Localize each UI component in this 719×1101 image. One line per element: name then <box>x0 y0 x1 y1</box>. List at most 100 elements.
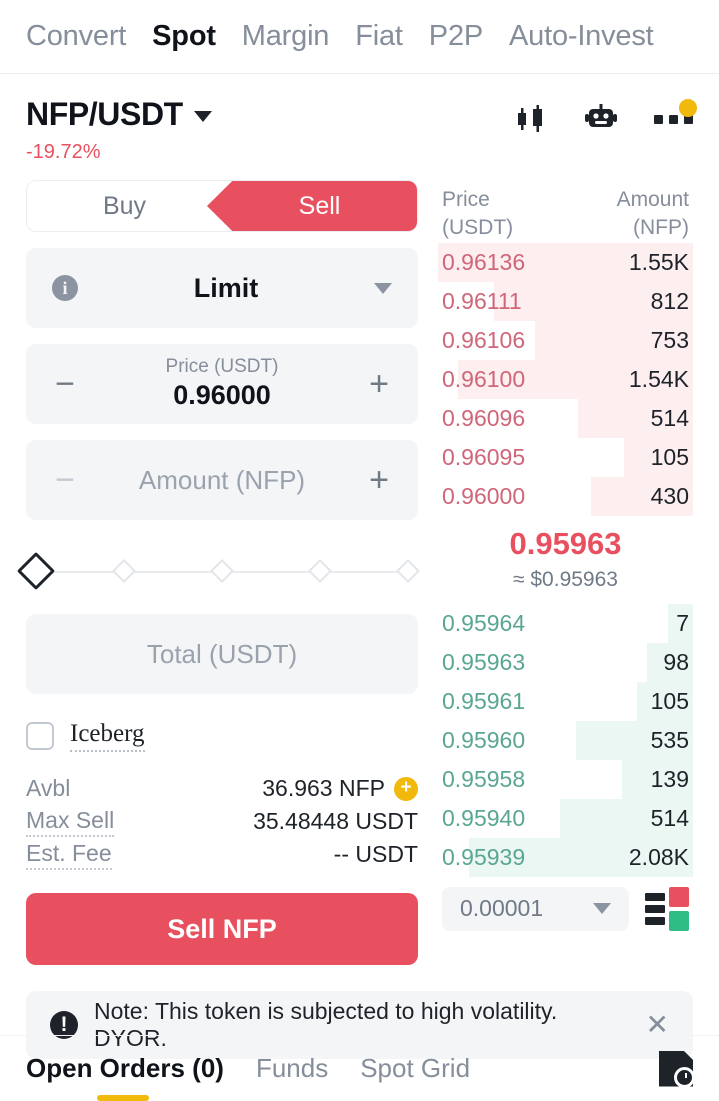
more-menu-icon[interactable] <box>654 98 697 124</box>
price-field[interactable]: − Price (USDT) 0.96000 + <box>26 344 418 424</box>
info-icon[interactable]: i <box>52 275 78 301</box>
notification-badge <box>679 98 697 117</box>
ask-row[interactable]: 0.96095 105 <box>438 437 693 477</box>
order-type-value: Limit <box>193 272 259 303</box>
pair-name: NFP/USDT <box>26 96 183 132</box>
order-amount: 535 <box>650 726 689 753</box>
chevron-down-icon <box>593 903 611 915</box>
order-type-selector[interactable]: i Limit <box>26 248 418 328</box>
order-book-price-header: Price (USDT) <box>442 186 513 243</box>
ask-row[interactable]: 0.96111 812 <box>438 281 693 321</box>
buy-sell-toggle[interactable]: Buy Sell <box>26 180 418 232</box>
order-book: Price (USDT) Amount (NFP) 0.96136 1.55K 0.… <box>438 180 693 965</box>
order-amount: 2.08K <box>628 843 689 870</box>
amount-input[interactable]: Amount (NFP) <box>78 465 366 496</box>
nav-item-fiat[interactable]: Fiat <box>355 20 403 53</box>
tick-size-value: 0.00001 <box>460 895 544 922</box>
depth-view-toggle-icon[interactable] <box>645 886 689 931</box>
iceberg-checkbox[interactable] <box>26 722 54 750</box>
nav-item-spot[interactable]: Spot <box>152 20 216 53</box>
amount-field[interactable]: − Amount (NFP) + <box>26 440 418 520</box>
last-price-usd: ≈ $0.95963 <box>513 567 618 591</box>
price-label: Price (USDT) <box>165 356 279 378</box>
avbl-value: 36.963 NFP <box>262 775 385 801</box>
tab-open-orders[interactable]: Open Orders (0) <box>26 1036 224 1101</box>
bid-row[interactable]: 0.95960 535 <box>438 720 693 760</box>
order-price: 0.95961 <box>442 687 526 714</box>
ask-row[interactable]: 0.96000 430 <box>438 476 693 516</box>
balance-row-avbl: Avbl 36.963 NFP + <box>26 772 418 805</box>
amount-header-text: Amount <box>616 188 689 211</box>
pair-header: NFP/USDT -19.72% <box>0 74 719 164</box>
tick-size-selector[interactable]: 0.00001 <box>442 886 629 931</box>
order-price: 0.96111 <box>442 287 522 314</box>
bid-row[interactable]: 0.95961 105 <box>438 681 693 721</box>
nav-item-auto-invest[interactable]: Auto-Invest <box>509 20 654 53</box>
order-book-amount-header: Amount (NFP) <box>617 186 689 243</box>
total-field[interactable]: Total (USDT) <box>26 614 418 694</box>
candlestick-icon[interactable] <box>514 104 548 134</box>
add-funds-icon[interactable]: + <box>394 776 418 801</box>
bid-row[interactable]: 0.95939 2.08K <box>438 837 693 877</box>
amount-percent-slider[interactable] <box>16 551 421 591</box>
nav-item-margin[interactable]: Margin <box>242 20 330 53</box>
clock-shape <box>674 1066 695 1088</box>
order-amount: 1.54K <box>628 365 689 392</box>
last-price: 0.95963 <box>509 525 622 561</box>
max-sell-label[interactable]: Max Sell <box>26 807 115 837</box>
buy-tab[interactable]: Buy <box>27 181 222 231</box>
avbl-label: Avbl <box>26 775 71 801</box>
bid-row[interactable]: 0.95963 98 <box>438 642 693 682</box>
order-price: 0.95958 <box>442 765 526 792</box>
price-increment-button[interactable]: + <box>366 367 392 401</box>
bid-row[interactable]: 0.95958 139 <box>438 759 693 799</box>
slider-step-100[interactable] <box>395 558 421 584</box>
submit-sell-button[interactable]: Sell NFP <box>26 893 418 965</box>
slider-step-50[interactable] <box>209 558 235 584</box>
chevron-down-icon <box>193 111 212 122</box>
nav-item-convert[interactable]: Convert <box>26 20 126 53</box>
total-placeholder: Total (USDT) <box>146 638 298 669</box>
amount-increment-button[interactable]: + <box>366 463 392 497</box>
order-price: 0.96136 <box>442 248 526 275</box>
bid-row[interactable]: 0.95964 7 <box>438 603 693 643</box>
balance-row-max-sell: Max Sell 35.48448 USDT <box>26 805 418 838</box>
ask-rows: 0.96136 1.55K 0.96111 812 0.96106 753 0.96100 1… <box>438 242 693 516</box>
pair-info: NFP/USDT -19.72% <box>26 96 212 164</box>
ask-row[interactable]: 0.96136 1.55K <box>438 242 693 282</box>
sell-tab[interactable]: Sell <box>222 181 417 231</box>
pair-selector[interactable]: NFP/USDT <box>26 96 212 133</box>
est-fee-value: -- USDT <box>333 841 418 867</box>
est-fee-label[interactable]: Est. Fee <box>26 840 112 870</box>
order-history-icon[interactable] <box>659 1050 695 1088</box>
tab-spot-grid[interactable]: Spot Grid <box>360 1036 470 1101</box>
iceberg-option[interactable]: Iceberg <box>26 720 418 752</box>
order-price: 0.96096 <box>442 404 526 431</box>
bot-icon[interactable] <box>585 104 617 134</box>
ask-row[interactable]: 0.96096 514 <box>438 398 693 438</box>
amount-decrement-button[interactable]: − <box>52 463 78 497</box>
mid-price-block: 0.95963 ≈ $0.95963 <box>438 516 693 604</box>
order-amount: 98 <box>663 648 689 675</box>
bottom-tab-bar: Open Orders (0) Funds Spot Grid <box>0 1035 719 1101</box>
price-input[interactable]: Price (USDT) 0.96000 <box>78 355 366 413</box>
price-decrement-button[interactable]: − <box>52 367 78 401</box>
order-price: 0.95963 <box>442 648 526 675</box>
order-amount: 753 <box>650 326 689 353</box>
tab-funds[interactable]: Funds <box>256 1036 328 1101</box>
price-change-percent: -19.72% <box>26 141 101 163</box>
order-price: 0.96106 <box>442 326 526 353</box>
ask-row[interactable]: 0.96100 1.54K <box>438 359 693 399</box>
nav-item-p2p[interactable]: P2P <box>429 20 483 53</box>
slider-step-75[interactable] <box>307 558 333 584</box>
amount-placeholder: Amount (NFP) <box>138 464 306 495</box>
trade-body: Buy Sell i Limit − Price (USDT) 0.96000 … <box>0 164 719 965</box>
order-amount: 105 <box>650 687 689 714</box>
bid-row[interactable]: 0.95940 514 <box>438 798 693 838</box>
slider-handle[interactable] <box>16 551 56 591</box>
depth-colors <box>669 886 689 931</box>
order-amount: 139 <box>650 765 689 792</box>
ask-row[interactable]: 0.96106 753 <box>438 320 693 360</box>
order-price: 0.95940 <box>442 804 526 831</box>
slider-step-25[interactable] <box>111 558 137 584</box>
